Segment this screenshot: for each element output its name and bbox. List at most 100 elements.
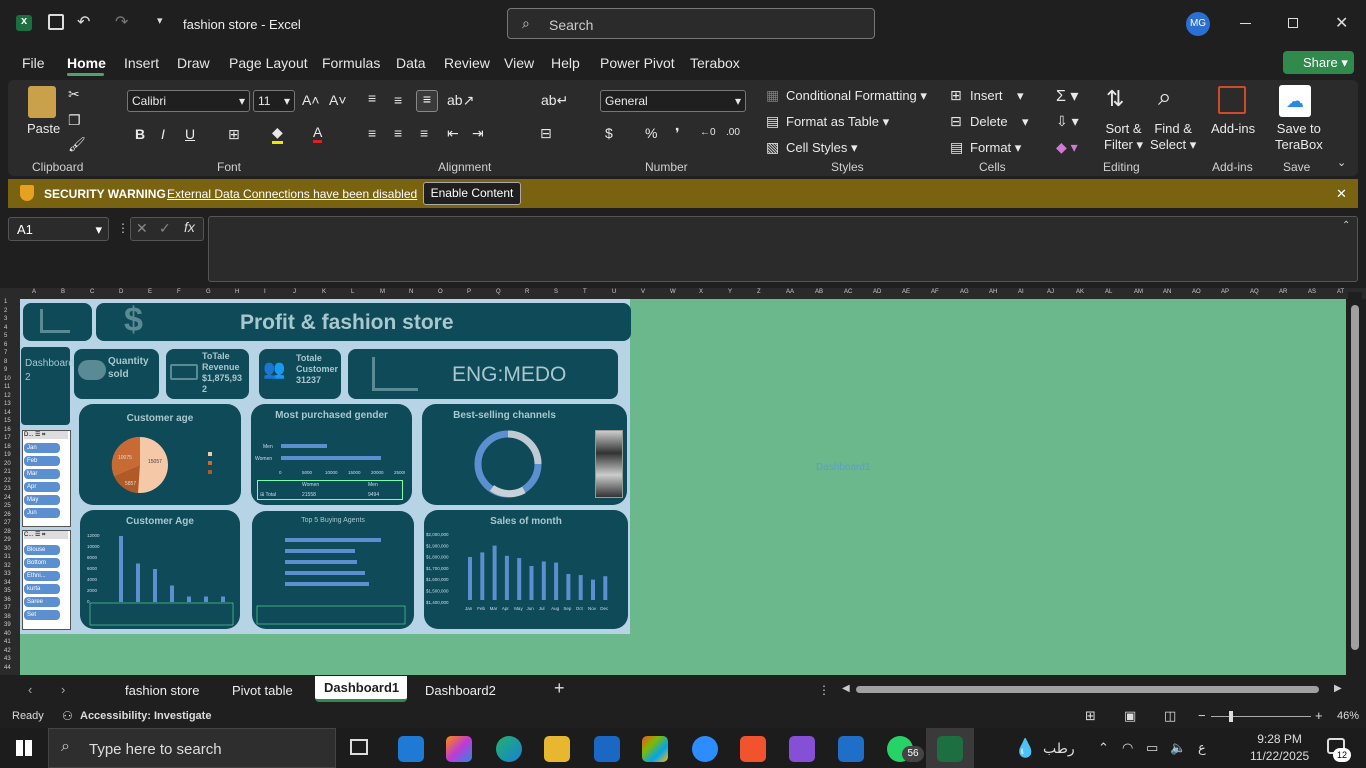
currency-icon[interactable]: $ <box>605 125 613 141</box>
conditional-formatting-icon[interactable]: ▦ <box>766 87 779 104</box>
tab-pivot-table[interactable]: Pivot table <box>232 683 293 698</box>
category-slicer-item[interactable]: Bottom <box>24 558 60 568</box>
borders-icon[interactable]: ⊞ <box>228 126 240 143</box>
column-header-I[interactable]: I <box>264 289 266 295</box>
column-header-AA[interactable]: AA <box>786 289 794 295</box>
column-header-S[interactable]: S <box>554 289 558 295</box>
column-header-AD[interactable]: AD <box>873 289 881 295</box>
insert-cells-icon[interactable]: ⊞ <box>950 87 962 104</box>
row-header-27[interactable]: 27 <box>4 520 11 526</box>
column-header-M[interactable]: M <box>380 289 385 295</box>
column-header-C[interactable]: C <box>90 289 94 295</box>
fill-icon[interactable]: ⇩ ▾ <box>1056 113 1079 130</box>
row-header-32[interactable]: 32 <box>4 563 11 569</box>
clear-icon[interactable]: ◆ ▾ <box>1056 139 1078 156</box>
row-header-5[interactable]: 5 <box>4 333 7 339</box>
decrease-font-icon[interactable]: A˅ <box>329 92 347 108</box>
row-header-39[interactable]: 39 <box>4 622 11 628</box>
row-header-42[interactable]: 42 <box>4 648 11 654</box>
row-header-11[interactable]: 11 <box>4 384 10 390</box>
zoom-level[interactable]: 46% <box>1337 710 1359 722</box>
insert-cells-button[interactable]: Insert ▾ <box>970 88 1024 104</box>
row-header-40[interactable]: 40 <box>4 631 11 637</box>
column-header-O[interactable]: O <box>438 289 443 295</box>
copy-icon[interactable]: ❐ <box>68 112 81 129</box>
page-layout-view-icon[interactable]: ▣ <box>1124 708 1136 724</box>
cell-styles-button[interactable]: Cell Styles ▾ <box>786 140 858 156</box>
row-header-33[interactable]: 33 <box>4 571 11 577</box>
row-header-17[interactable]: 17 <box>4 435 11 441</box>
formula-input[interactable] <box>208 216 1358 282</box>
clock[interactable]: 9:28 PM 11/22/2025 <box>1250 731 1309 765</box>
row-header-7[interactable]: 7 <box>4 350 7 356</box>
format-as-table-button[interactable]: Format as Table ▾ <box>786 114 889 130</box>
align-middle-icon[interactable]: ≡ <box>394 92 402 108</box>
weather-text[interactable]: رطب <box>1043 740 1075 757</box>
azure-data-studio-icon[interactable] <box>838 736 864 762</box>
row-header-34[interactable]: 34 <box>4 580 11 586</box>
row-header-10[interactable]: 10 <box>4 376 11 382</box>
font-color-icon[interactable]: A <box>313 124 323 143</box>
row-header-37[interactable]: 37 <box>4 605 11 611</box>
column-header-AP[interactable]: AP <box>1221 289 1229 295</box>
column-header-AE[interactable]: AE <box>902 289 910 295</box>
brave-icon[interactable] <box>740 736 766 762</box>
column-header-AR[interactable]: AR <box>1279 289 1287 295</box>
decrease-indent-icon[interactable]: ⇤ <box>447 125 459 142</box>
conditional-formatting-button[interactable]: Conditional Formatting ▾ <box>786 88 927 104</box>
tab-options-icon[interactable]: ⋮ <box>818 683 830 697</box>
redo-icon[interactable]: ↷ <box>115 12 128 32</box>
column-header-V[interactable]: V <box>641 289 645 295</box>
column-header-J[interactable]: J <box>293 289 296 295</box>
insert-function-icon[interactable]: fx <box>184 219 195 235</box>
tab-fashion-store[interactable]: fashion store <box>125 683 199 698</box>
row-header-35[interactable]: 35 <box>4 588 11 594</box>
menu-file[interactable]: File <box>22 55 45 71</box>
column-header-AM[interactable]: AM <box>1134 289 1143 295</box>
file-explorer-icon[interactable] <box>544 736 570 762</box>
column-header-AC[interactable]: AC <box>844 289 852 295</box>
volume-icon[interactable]: 🔈 <box>1170 740 1186 756</box>
paste-button[interactable]: Paste <box>27 121 60 136</box>
font-size-select[interactable]: 11 ▾ <box>253 90 295 112</box>
underline-icon[interactable]: U <box>185 126 195 142</box>
column-header-B[interactable]: B <box>61 289 65 295</box>
edge-icon[interactable] <box>496 736 522 762</box>
column-header-AS[interactable]: AS <box>1308 289 1316 295</box>
enable-content-button[interactable]: Enable Content <box>423 182 521 205</box>
column-header-AK[interactable]: AK <box>1076 289 1084 295</box>
ribbon-collapse-icon[interactable]: ⌄ <box>1337 156 1346 169</box>
copilot-icon[interactable] <box>446 736 472 762</box>
column-header-L[interactable]: L <box>351 289 354 295</box>
format-cells-icon[interactable]: ▤ <box>950 139 963 156</box>
column-header-AH[interactable]: AH <box>989 289 997 295</box>
row-header-15[interactable]: 15 <box>4 418 11 424</box>
category-slicer-item[interactable]: Blouse <box>24 545 60 555</box>
month-slicer-item[interactable]: Feb <box>24 456 60 466</box>
row-header-22[interactable]: 22 <box>4 478 11 484</box>
windows-start-icon[interactable] <box>16 740 32 756</box>
category-slicer-item[interactable]: Ethni... <box>24 571 60 581</box>
row-header-30[interactable]: 30 <box>4 546 11 552</box>
row-header-29[interactable]: 29 <box>4 537 11 543</box>
tab-dashboard2[interactable]: Dashboard2 <box>425 683 496 698</box>
month-slicer-item[interactable]: May <box>24 495 60 505</box>
merge-center-icon[interactable]: ⊟ <box>540 125 552 142</box>
addins-icon[interactable] <box>1218 86 1246 114</box>
number-format-select[interactable]: General ▾ <box>600 90 746 112</box>
task-view-icon[interactable] <box>350 739 368 755</box>
row-header-18[interactable]: 18 <box>4 444 11 450</box>
row-header-4[interactable]: 4 <box>4 325 7 331</box>
tab-next-icon[interactable]: › <box>61 682 65 697</box>
row-header-9[interactable]: 9 <box>4 367 7 373</box>
normal-view-icon[interactable]: ⊞ <box>1085 708 1096 724</box>
row-header-1[interactable]: 1 <box>4 299 7 305</box>
category-slicer-item[interactable]: Saree <box>24 597 60 607</box>
wrap-text-icon[interactable]: ab↵ <box>541 92 568 109</box>
increase-indent-icon[interactable]: ⇥ <box>472 125 484 142</box>
percent-icon[interactable]: % <box>645 125 657 141</box>
align-left-icon[interactable]: ≡ <box>368 125 376 141</box>
format-cells-button[interactable]: Format ▾ <box>970 140 1021 156</box>
warning-close-icon[interactable]: ✕ <box>1336 186 1347 202</box>
zoom-in-icon[interactable]: + <box>1315 708 1323 723</box>
